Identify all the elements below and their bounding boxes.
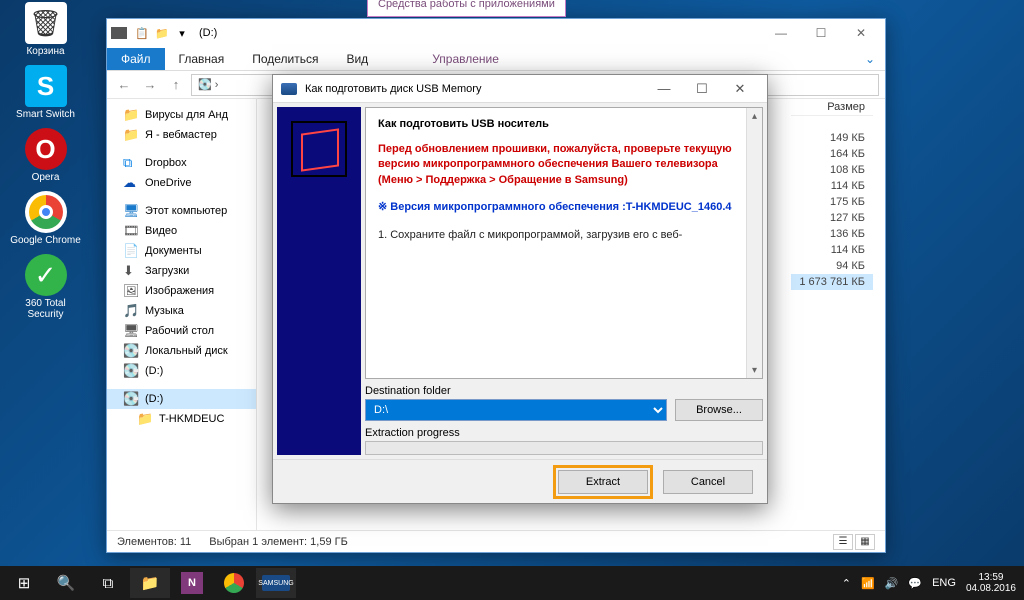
status-bar: Элементов: 11 Выбран 1 элемент: 1,59 ГБ … <box>107 530 885 552</box>
dialog-minimize-button[interactable]: — <box>645 78 683 100</box>
dialog-banner <box>277 107 361 455</box>
desktop-icon-360[interactable]: ✓360 Total Security <box>8 254 83 320</box>
cube-icon <box>291 121 347 177</box>
start-button[interactable]: ⊞ <box>4 568 44 598</box>
file-size: 164 КБ <box>791 146 873 162</box>
desktop-icon-chrome[interactable]: Google Chrome <box>8 191 83 246</box>
view-details-icon[interactable]: ☰ <box>833 534 853 550</box>
desktop-icon-recycle[interactable]: 🗑Корзина <box>8 2 83 57</box>
nav-item-onedrive[interactable]: ☁OneDrive <box>107 173 256 193</box>
file-size: 114 КБ <box>791 178 873 194</box>
file-size: 108 КБ <box>791 162 873 178</box>
status-count: Элементов: 11 <box>117 536 191 548</box>
explorer-titlebar[interactable]: 📋 📁 ▾ (D:) Средства работы с приложениям… <box>107 19 885 47</box>
tray-network-icon[interactable]: 📶 <box>861 577 875 590</box>
navigation-pane: 📁Вирусы для Анд 📁Я - вебмастер ⧉Dropbox … <box>107 99 257 530</box>
file-size: 175 КБ <box>791 194 873 210</box>
instructions-heading: Как подготовить USB носитель <box>378 118 750 130</box>
tray-clock[interactable]: 13:59 04.08.2016 <box>966 572 1016 594</box>
tray-up-icon[interactable]: ⌃ <box>842 577 851 590</box>
tray-language[interactable]: ENG <box>932 577 956 589</box>
minimize-button[interactable]: — <box>761 22 801 44</box>
tab-view[interactable]: Вид <box>332 48 382 70</box>
desktop-icon-smartswitch[interactable]: SSmart Switch <box>8 65 83 120</box>
nav-item-pictures[interactable]: 🖼Изображения <box>107 281 256 301</box>
nav-item[interactable]: 📁Вирусы для Анд <box>107 105 256 125</box>
tab-manage[interactable]: Управление <box>418 48 513 70</box>
scroll-up-icon[interactable]: ▴ <box>747 108 762 124</box>
dialog-maximize-button[interactable]: ☐ <box>683 78 721 100</box>
taskview-icon[interactable]: ⧉ <box>88 568 128 598</box>
status-selection: Выбран 1 элемент: 1,59 ГБ <box>209 536 348 548</box>
ribbon-tabs: Файл Главная Поделиться Вид Управление ⌄ <box>107 47 885 71</box>
close-button[interactable]: ✕ <box>841 22 881 44</box>
dialog-titlebar[interactable]: Как подготовить диск USB Memory — ☐ ✕ <box>273 75 767 103</box>
nav-item-music[interactable]: 🎵Музыка <box>107 301 256 321</box>
taskbar-chrome[interactable] <box>214 568 254 598</box>
file-size: 136 КБ <box>791 226 873 242</box>
tab-home[interactable]: Главная <box>165 48 239 70</box>
destination-label: Destination folder <box>365 385 763 397</box>
nav-item-documents[interactable]: 📄Документы <box>107 241 256 261</box>
app-tools-contextual: Средства работы с приложениями <box>367 0 566 17</box>
progress-label: Extraction progress <box>365 427 460 439</box>
desktop-icons: 🗑Корзина SSmart Switch OOpera Google Chr… <box>8 2 83 328</box>
explorer-title: (D:) <box>199 27 217 39</box>
taskbar: ⊞ 🔍 ⧉ 📁 N SAMSUNG ⌃ 📶 🔊 💬 ENG 13:59 04.0… <box>0 566 1024 600</box>
extractor-dialog: Как подготовить диск USB Memory — ☐ ✕ Ка… <box>272 74 768 504</box>
qat-newfolder-icon[interactable]: 📁 <box>153 24 171 42</box>
dialog-close-button[interactable]: ✕ <box>721 78 759 100</box>
quick-access-toolbar: 📋 📁 ▾ <box>133 24 191 42</box>
nav-item-d[interactable]: 💽(D:) <box>107 361 256 381</box>
qat-props-icon[interactable]: 📋 <box>133 24 151 42</box>
search-icon[interactable]: 🔍 <box>46 568 86 598</box>
nav-item-dropbox[interactable]: ⧉Dropbox <box>107 153 256 173</box>
cancel-button[interactable]: Cancel <box>663 470 753 494</box>
instructions-scrollbar[interactable]: ▴ ▾ <box>746 108 762 378</box>
nav-item-thkmdeuc[interactable]: 📁T-HKMDEUC <box>107 409 256 429</box>
nav-item-videos[interactable]: 🎞Видео <box>107 221 256 241</box>
instructions-version: ※ Версия микропрограммного обеспечения :… <box>378 200 750 215</box>
maximize-button[interactable]: ☐ <box>801 22 841 44</box>
drive-icon <box>111 27 127 39</box>
nav-back-icon[interactable]: ← <box>113 74 135 96</box>
nav-item-desktop[interactable]: 🖥Рабочий стол <box>107 321 256 341</box>
progress-bar <box>365 441 763 455</box>
destination-input[interactable]: D:\ <box>365 399 667 421</box>
extract-button[interactable]: Extract <box>558 470 648 494</box>
column-header-size[interactable]: Размер <box>791 99 873 116</box>
file-size: 94 КБ <box>791 258 873 274</box>
ribbon-expand-icon[interactable]: ⌄ <box>855 48 885 70</box>
tray-volume-icon[interactable]: 🔊 <box>885 577 899 590</box>
file-size-selected: 1 673 781 КБ <box>791 274 873 290</box>
file-size: 149 КБ <box>791 130 873 146</box>
tab-file[interactable]: Файл <box>107 48 165 70</box>
tray-notifications-icon[interactable]: 💬 <box>908 577 922 590</box>
scroll-down-icon[interactable]: ▾ <box>747 362 762 378</box>
view-icons-icon[interactable]: ▦ <box>855 534 875 550</box>
nav-item-downloads[interactable]: ⬇Загрузки <box>107 261 256 281</box>
instructions-warning: Перед обновлением прошивки, пожалуйста, … <box>378 142 750 188</box>
nav-forward-icon[interactable]: → <box>139 74 161 96</box>
file-size: 127 КБ <box>791 210 873 226</box>
desktop-icon-opera[interactable]: OOpera <box>8 128 83 183</box>
tab-share[interactable]: Поделиться <box>238 48 332 70</box>
browse-button[interactable]: Browse... <box>675 399 763 421</box>
file-size: 114 КБ <box>791 242 873 258</box>
dialog-title: Как подготовить диск USB Memory <box>305 83 481 95</box>
extract-highlight: Extract <box>553 465 653 499</box>
nav-item-thispc[interactable]: 🖥Этот компьютер <box>107 201 256 221</box>
dialog-buttons: Extract Cancel <box>273 459 767 503</box>
taskbar-explorer[interactable]: 📁 <box>130 568 170 598</box>
nav-up-icon[interactable]: ↑ <box>165 74 187 96</box>
dialog-instructions: Как подготовить USB носитель Перед обнов… <box>365 107 763 379</box>
nav-item-localdisk[interactable]: 💽Локальный диск <box>107 341 256 361</box>
taskbar-samsung[interactable]: SAMSUNG <box>256 568 296 598</box>
instructions-step: 1. Сохраните файл с микропрограммой, заг… <box>378 228 750 243</box>
nav-item-d-selected[interactable]: 💽(D:) <box>107 389 256 409</box>
qat-dropdown-icon[interactable]: ▾ <box>173 24 191 42</box>
taskbar-onenote[interactable]: N <box>172 568 212 598</box>
dialog-icon <box>281 83 297 95</box>
nav-item[interactable]: 📁Я - вебмастер <box>107 125 256 145</box>
